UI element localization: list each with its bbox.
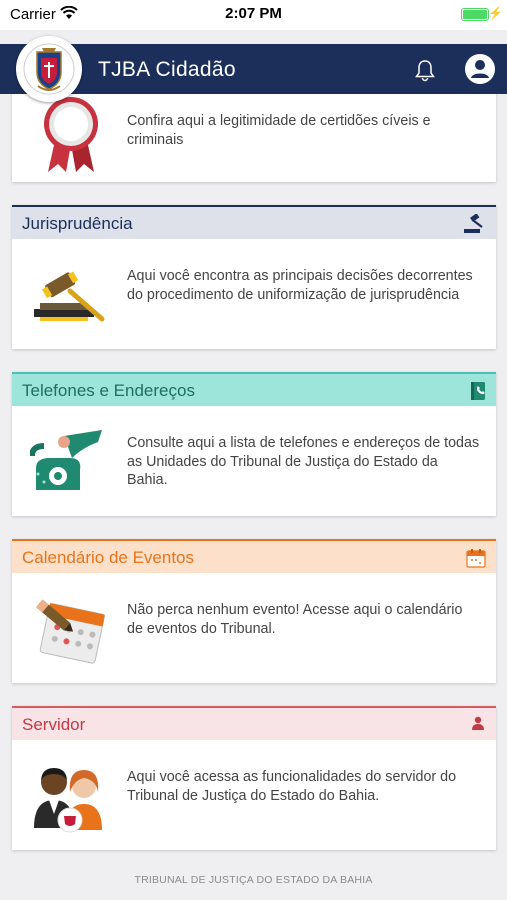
phone-book-icon: [470, 381, 486, 406]
card-title: Jurisprudência: [22, 214, 133, 233]
card-header: Calendário de Eventos: [12, 539, 496, 573]
card-description: Aqui você encontra as principais decisõe…: [127, 268, 473, 303]
card-telefones[interactable]: Telefones e Endereços Consulte aqui a li…: [12, 372, 496, 516]
card-title: Telefones e Endereços: [22, 381, 195, 400]
status-bar: Carrier 2:07 PM ⚡: [0, 0, 507, 30]
battery-icon: [461, 8, 489, 21]
card-description: Não perca nenhum evento! Acesse aqui o c…: [127, 602, 463, 637]
clock: 2:07 PM: [225, 5, 282, 22]
app-title: TJBA Cidadão: [98, 58, 236, 81]
card-header: Servidor: [12, 706, 496, 740]
user-account-icon[interactable]: [464, 53, 496, 90]
home-menu-list[interactable]: Confira aqui a legitimidade de certidões…: [0, 94, 507, 864]
phone-illustration: [29, 428, 110, 498]
card-description: Consulte aqui a lista de telefones e end…: [127, 435, 480, 488]
card-calendario[interactable]: Calendário de Eventos Não perca nenhum e…: [12, 539, 496, 683]
people-illustration: [30, 762, 110, 833]
gavel-icon: [462, 213, 486, 239]
calendar-icon: [466, 548, 486, 573]
person-icon: [470, 715, 486, 736]
card-description: Confira aqui a legitimidade de certidões…: [127, 113, 431, 148]
card-certidoes[interactable]: Confira aqui a legitimidade de certidões…: [12, 94, 496, 182]
card-jurisprudencia[interactable]: Jurisprudência Aqui você encontra as pri…: [12, 205, 496, 349]
card-header: Jurisprudência: [12, 205, 496, 239]
tjba-logo: [16, 36, 82, 102]
bell-icon[interactable]: [414, 58, 436, 87]
card-description: Aqui você acessa as funcionalidades do s…: [127, 769, 457, 804]
card-title: Servidor: [22, 715, 86, 734]
calendar-illustration: [30, 595, 110, 665]
award-ribbon-icon: [38, 96, 118, 172]
card-servidor[interactable]: Servidor Aqui você acessa as funcionalid…: [12, 706, 496, 850]
charging-icon: ⚡: [488, 6, 503, 20]
card-title: Calendário de Eventos: [22, 548, 195, 567]
footer-text: TRIBUNAL DE JUSTIÇA DO ESTADO DA BAHIA: [134, 874, 373, 886]
card-header: Telefones e Endereços: [12, 372, 496, 406]
gavel-illustration: [30, 261, 110, 331]
